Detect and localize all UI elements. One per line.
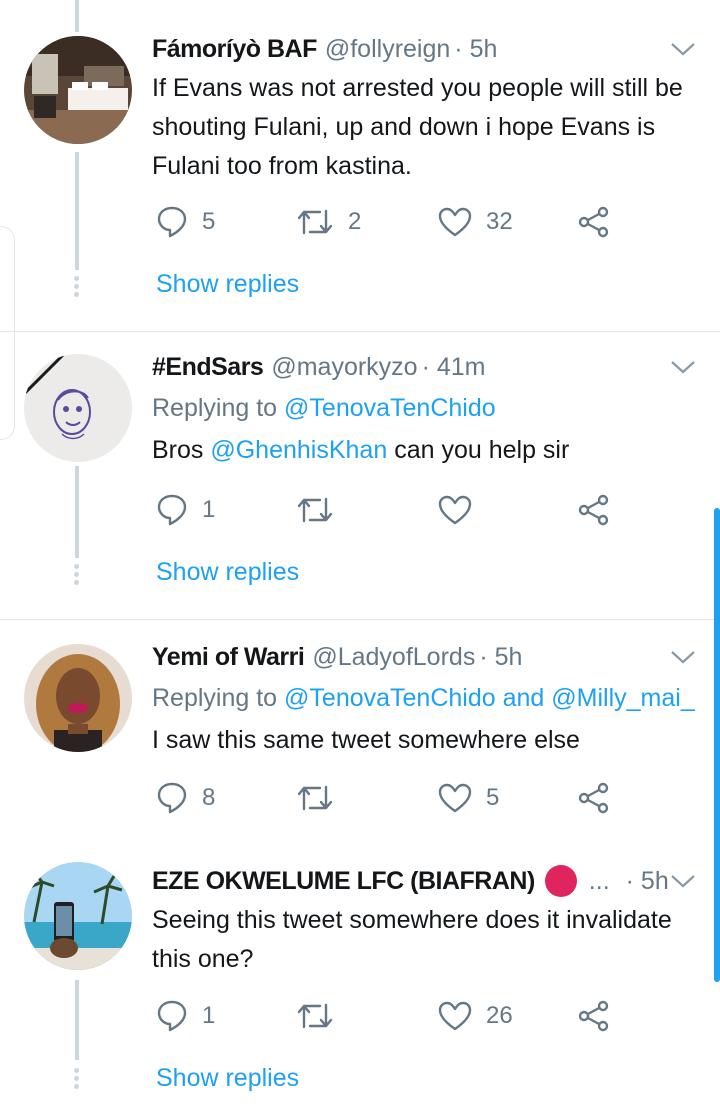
- tweet-header: Yemi of Warri @LadyofLords · 5h: [152, 640, 696, 674]
- reply-icon: [157, 782, 187, 814]
- avatar[interactable]: [24, 36, 132, 144]
- timestamp[interactable]: · 41m: [422, 353, 486, 382]
- reply-icon: [157, 206, 187, 238]
- username[interactable]: @LadyofLords: [312, 643, 475, 672]
- share-button[interactable]: [578, 996, 610, 1036]
- username[interactable]: @mayorkyzo: [271, 353, 417, 382]
- share-icon: [578, 494, 609, 526]
- chevron-down-icon[interactable]: [670, 646, 696, 668]
- reply-button[interactable]: 8: [156, 778, 215, 818]
- display-name[interactable]: Yemi of Warri: [152, 643, 305, 672]
- tweet[interactable]: #EndSars @mayorkyzo · 41m Replying to @T…: [0, 332, 720, 618]
- retweet-button[interactable]: [296, 996, 348, 1036]
- retweet-button[interactable]: [296, 778, 348, 818]
- show-replies-link[interactable]: Show replies: [156, 558, 299, 587]
- share-button[interactable]: [578, 778, 610, 818]
- tweet-header: #EndSars @mayorkyzo · 41m: [152, 350, 696, 384]
- tweet-actions: 8 5: [156, 778, 636, 818]
- avatar[interactable]: [24, 644, 132, 752]
- reply-icon: [157, 1000, 187, 1032]
- like-button[interactable]: [438, 490, 486, 530]
- timestamp[interactable]: · 5h: [454, 35, 497, 64]
- tweet-actions: 1: [156, 490, 636, 530]
- chevron-down-icon[interactable]: [670, 356, 696, 378]
- heart-icon: [438, 207, 472, 237]
- chevron-down-icon[interactable]: [670, 38, 696, 60]
- tweet-text: I saw this same tweet somewhere else: [152, 726, 580, 754]
- tweet-text: If Evans was not arrested you people wil…: [152, 74, 683, 180]
- tweet-header: EZE OKWELUME LFC (BIAFRAN) ... · 5h: [152, 864, 696, 898]
- reply-button[interactable]: 1: [156, 996, 215, 1036]
- share-icon: [578, 206, 609, 238]
- reply-icon: [157, 494, 187, 526]
- retweet-icon: [297, 209, 333, 235]
- share-button[interactable]: [578, 490, 610, 530]
- like-button[interactable]: 5: [438, 778, 499, 818]
- tweet-actions: 5 2 32: [156, 202, 636, 242]
- tweet-header: Fámoríyò BAF @follyreign · 5h: [152, 32, 696, 66]
- tweet[interactable]: EZE OKWELUME LFC (BIAFRAN) ... · 5h Seei…: [0, 846, 720, 1107]
- scrollbar[interactable]: [714, 508, 720, 982]
- username[interactable]: @follyreign: [325, 35, 450, 64]
- avatar[interactable]: [24, 354, 132, 462]
- tweet[interactable]: Fámoríyò BAF @follyreign · 5h If Evans w…: [0, 0, 720, 330]
- retweet-icon: [297, 785, 333, 811]
- display-name[interactable]: EZE OKWELUME LFC (BIAFRAN): [152, 867, 535, 896]
- display-name[interactable]: #EndSars: [152, 353, 264, 382]
- like-button[interactable]: 26: [438, 996, 513, 1036]
- avatar[interactable]: [24, 862, 132, 970]
- timestamp[interactable]: · 5h: [626, 867, 669, 896]
- heart-icon: [438, 495, 472, 525]
- display-name[interactable]: Fámoríyò BAF: [152, 35, 317, 64]
- share-icon: [578, 782, 609, 814]
- tweet-actions: 1 26: [156, 996, 636, 1036]
- tweet-text: Bros @GhenhisKhan can you help sir: [152, 436, 570, 464]
- mention-link[interactable]: @TenovaTenChido: [284, 394, 496, 422]
- share-button[interactable]: [578, 202, 610, 242]
- retweet-icon: [297, 1003, 333, 1029]
- heart-icon: [438, 783, 472, 813]
- show-replies-link[interactable]: Show replies: [156, 270, 299, 299]
- chevron-down-icon[interactable]: [670, 870, 696, 892]
- mention-link[interactable]: @TenovaTenChido: [284, 684, 496, 712]
- replying-to: Replying to @TenovaTenChido and @Milly_m…: [152, 684, 695, 712]
- retweet-button[interactable]: [296, 490, 348, 530]
- tweet[interactable]: Yemi of Warri @LadyofLords · 5h Replying…: [0, 620, 720, 846]
- tweet-text: Seeing this tweet somewhere does it inva…: [152, 906, 672, 973]
- mention-link[interactable]: @GhenhisKhan: [210, 436, 387, 464]
- retweet-button[interactable]: 2: [296, 202, 361, 242]
- red-circle-icon: [544, 865, 577, 897]
- share-icon: [578, 1000, 609, 1032]
- timestamp[interactable]: · 5h: [479, 643, 522, 672]
- show-replies-link[interactable]: Show replies: [156, 1064, 299, 1093]
- like-button[interactable]: 32: [438, 202, 513, 242]
- mention-link[interactable]: @Milly_mai_: [551, 684, 694, 712]
- heart-icon: [438, 1001, 472, 1031]
- retweet-icon: [297, 497, 333, 523]
- reply-button[interactable]: 1: [156, 490, 215, 530]
- replying-to: Replying to @TenovaTenChido: [152, 394, 496, 422]
- reply-button[interactable]: 5: [156, 202, 215, 242]
